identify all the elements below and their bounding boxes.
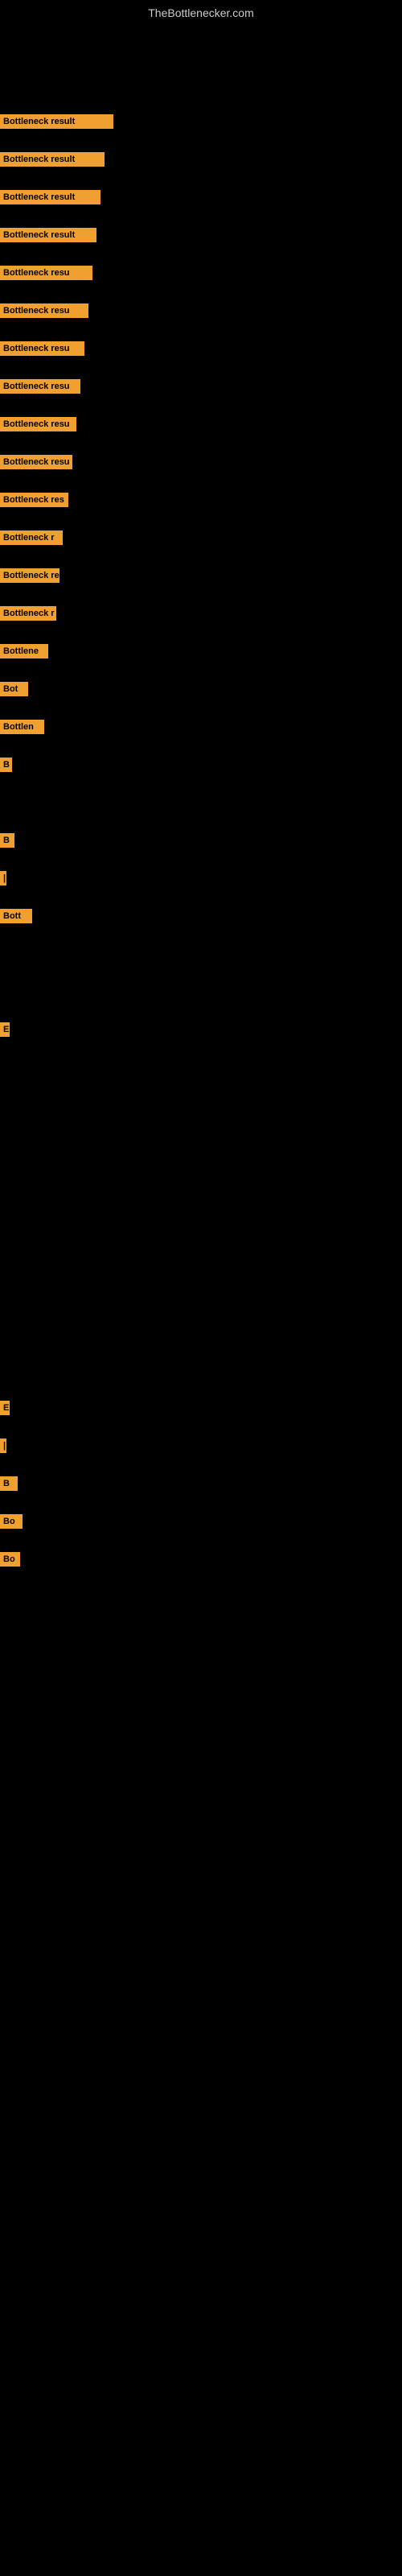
site-title: TheBottlenecker.com xyxy=(0,0,402,23)
bottleneck-bar: Bottleneck r xyxy=(0,606,56,621)
bottleneck-bar: Bo xyxy=(0,1514,23,1529)
bottleneck-bar: Bottleneck re xyxy=(0,568,59,583)
bottleneck-bar: Bottleneck resu xyxy=(0,341,84,356)
bottleneck-bar: E xyxy=(0,1022,10,1037)
bottleneck-bar: | xyxy=(0,871,6,886)
bottleneck-bar: Bo xyxy=(0,1552,20,1567)
bottleneck-bar: Bottleneck res xyxy=(0,493,68,507)
bottleneck-bar: Bottlen xyxy=(0,720,44,734)
bottleneck-bar: Bottleneck resu xyxy=(0,379,80,394)
bottleneck-bar: B xyxy=(0,758,12,772)
bottleneck-bar: Bottleneck result xyxy=(0,190,100,204)
bottleneck-bar: Bottleneck r xyxy=(0,530,63,545)
bottleneck-bar: Bottleneck resu xyxy=(0,303,88,318)
bottleneck-bar: B xyxy=(0,1476,18,1491)
bottleneck-bar: Bottleneck result xyxy=(0,152,105,167)
bottleneck-bar: Bot xyxy=(0,682,28,696)
bottleneck-bar: Bottleneck resu xyxy=(0,417,76,431)
bottleneck-bar: Bottleneck result xyxy=(0,114,113,129)
bottleneck-bar: Bottleneck result xyxy=(0,228,96,242)
bottleneck-bar: Bott xyxy=(0,909,32,923)
bottleneck-bar: Bottlene xyxy=(0,644,48,658)
bottleneck-bar: B xyxy=(0,833,14,848)
bottleneck-bar: Bottleneck resu xyxy=(0,455,72,469)
bottleneck-bar: E xyxy=(0,1401,10,1415)
bottleneck-bar: Bottleneck resu xyxy=(0,266,92,280)
bottleneck-bar: | xyxy=(0,1439,6,1453)
